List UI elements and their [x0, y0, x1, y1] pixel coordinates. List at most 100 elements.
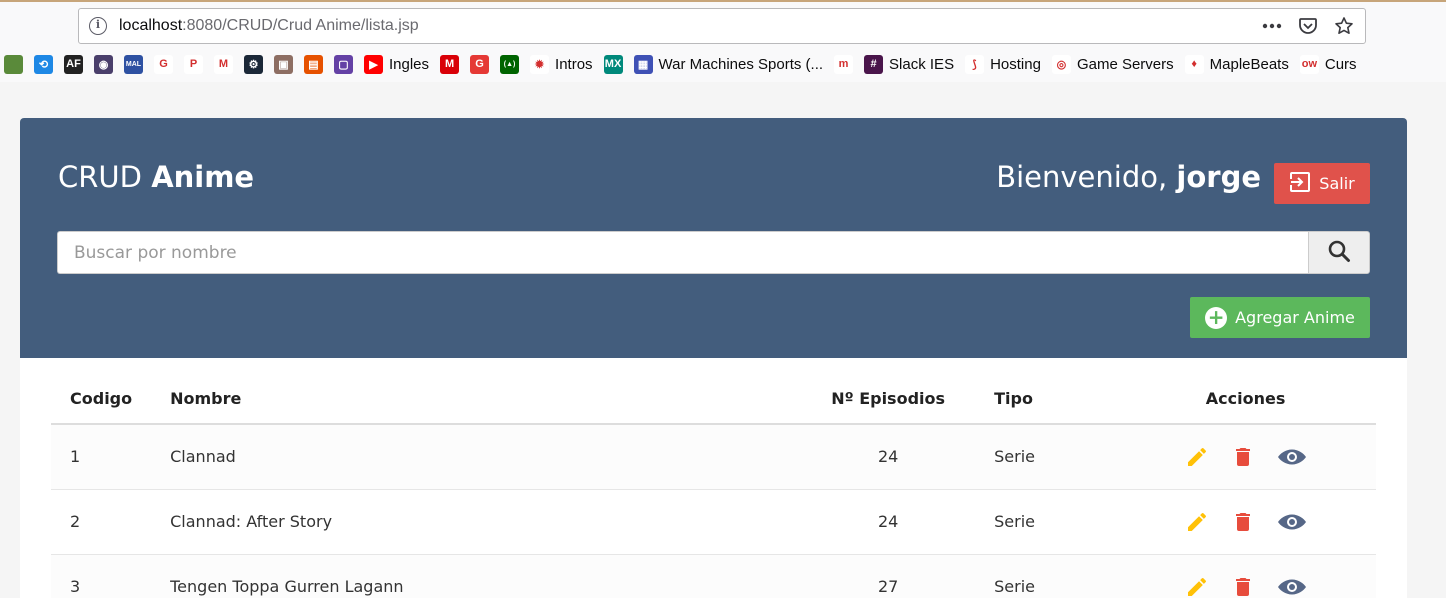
af-icon: AF — [64, 55, 83, 74]
bookmark-item[interactable]: ▦War Machines Sports (... — [634, 52, 824, 76]
edit-icon[interactable] — [1185, 575, 1209, 598]
slack-icon: # — [864, 55, 883, 74]
search-bar — [57, 231, 1370, 274]
edit-icon[interactable] — [1185, 445, 1209, 469]
gear-red-icon: ✹ — [530, 55, 549, 74]
row-actions — [1134, 510, 1357, 534]
add-anime-button[interactable]: + Agregar Anime — [1190, 297, 1370, 338]
delete-icon[interactable] — [1231, 575, 1255, 598]
minecraft-icon — [4, 55, 23, 74]
username: jorge — [1176, 160, 1261, 194]
add-anime-label: Agregar Anime — [1235, 308, 1355, 327]
cell-code: 3 — [51, 554, 151, 598]
bookmark-item[interactable]: ▣ — [274, 52, 293, 76]
browser-toolbar: i localhost:8080/CRUD/Crud Anime/lista.j… — [0, 2, 1446, 46]
paypal-icon: P — [184, 55, 203, 74]
bookmark-item[interactable]: G — [470, 52, 489, 76]
brand-bold-text: Anime — [151, 160, 254, 194]
col-header-type: Tipo — [975, 374, 1115, 424]
bookmark-label: Ingles — [389, 56, 429, 73]
bookmark-item[interactable]: M — [440, 52, 459, 76]
bookmark-item[interactable]: MX — [604, 52, 623, 76]
bookmark-item[interactable]: ◎ Game Servers — [1052, 52, 1174, 76]
bookmark-item[interactable]: ▤ — [304, 52, 323, 76]
search-input[interactable] — [57, 231, 1309, 274]
bookmark-star-icon[interactable] — [1333, 15, 1355, 37]
cell-name: Clannad — [151, 424, 801, 489]
bookmark-item[interactable]: m — [834, 52, 853, 76]
cell-code: 2 — [51, 489, 151, 554]
address-bar-tools — [1261, 15, 1355, 37]
table-row: 1Clannad24Serie — [51, 424, 1376, 489]
moodle-icon: m — [834, 55, 853, 74]
game-servers-icon: ◎ — [1052, 55, 1071, 74]
view-icon[interactable] — [1277, 575, 1307, 598]
delete-icon[interactable] — [1231, 445, 1255, 469]
edit-icon[interactable] — [1185, 510, 1209, 534]
bookmark-item[interactable]: P — [184, 52, 203, 76]
bookmark-item[interactable]: ♦MapleBeats — [1185, 52, 1289, 76]
welcome-message: Bienvenido, jorge — [996, 160, 1261, 194]
bookmark-item[interactable]: ⚙ — [244, 52, 263, 76]
logout-icon — [1289, 171, 1311, 197]
table-header-row: Codigo Nombre Nº Episodios Tipo Acciones — [51, 374, 1376, 424]
steam-icon: ⚙ — [244, 55, 263, 74]
anime-planet-icon: ◉ — [94, 55, 113, 74]
bookmark-item[interactable]: ◉ — [94, 52, 113, 76]
bookmark-item[interactable]: AF — [64, 52, 83, 76]
gmail-icon: M — [214, 55, 233, 74]
cell-actions — [1115, 554, 1376, 598]
bookmark-item[interactable]: ✹Intros — [530, 52, 593, 76]
table-body: 1Clannad24Serie2Clannad: After Story24Se… — [51, 424, 1376, 598]
search-button[interactable] — [1308, 231, 1370, 274]
col-header-name: Nombre — [151, 374, 801, 424]
twitch-icon: ▢ — [334, 55, 353, 74]
freecodecamp-icon: (▲) — [500, 55, 519, 74]
brand-light-text: CRUD — [58, 160, 151, 194]
bookmark-item[interactable]: ▢ — [334, 52, 353, 76]
site-info-icon[interactable]: i — [89, 17, 107, 35]
bookmark-item[interactable]: G — [154, 52, 173, 76]
table-row: 2Clannad: After Story24Serie — [51, 489, 1376, 554]
page-title: CRUD Anime — [58, 160, 254, 194]
bookmark-item[interactable] — [4, 52, 23, 76]
address-bar[interactable]: i localhost:8080/CRUD/Crud Anime/lista.j… — [78, 8, 1366, 44]
view-icon[interactable] — [1277, 445, 1307, 469]
table-row: 3Tengen Toppa Gurren Lagann27Serie — [51, 554, 1376, 598]
bookmark-item[interactable]: ⟲ — [34, 52, 53, 76]
bookmark-label: War Machines Sports (... — [659, 56, 824, 73]
cell-episodes: 24 — [801, 424, 975, 489]
mega-icon: M — [440, 55, 459, 74]
url-host: localhost — [119, 17, 182, 34]
pocket-icon[interactable] — [1297, 15, 1319, 37]
bookmark-label: Slack IES — [889, 56, 954, 73]
col-header-code: Codigo — [51, 374, 151, 424]
logout-button[interactable]: Salir — [1274, 163, 1370, 204]
bookmark-label: MapleBeats — [1210, 56, 1289, 73]
bookmark-label: Hosting — [990, 56, 1041, 73]
table-title-bar: CRUD Anime Bienvenido, jorge Salir + Agr… — [20, 118, 1407, 358]
col-header-actions: Acciones — [1115, 374, 1376, 424]
bookmark-item[interactable]: (▲) — [500, 52, 519, 76]
cell-type: Serie — [975, 554, 1115, 598]
cell-actions — [1115, 489, 1376, 554]
table-wrapper: CRUD Anime Bienvenido, jorge Salir + Agr… — [20, 118, 1407, 598]
view-icon[interactable] — [1277, 510, 1307, 534]
bookmark-item[interactable]: M — [214, 52, 233, 76]
bookmarks-toolbar: ⟲AF◉MALGPM⚙▣▤▢▶InglesMG(▲)✹IntrosMX▦War … — [0, 46, 1446, 82]
url-text[interactable]: localhost:8080/CRUD/Crud Anime/lista.jsp — [119, 17, 419, 35]
page-actions-icon[interactable] — [1261, 15, 1283, 37]
bookmark-item[interactable]: owCurs — [1300, 52, 1357, 76]
bookmark-item[interactable]: # Slack IES — [864, 52, 954, 76]
bookmark-item[interactable]: MAL — [124, 52, 143, 76]
bookmark-item[interactable]: ⟆Hosting — [965, 52, 1041, 76]
bookmark-label: Curs — [1325, 56, 1357, 73]
cell-episodes: 24 — [801, 489, 975, 554]
cell-actions — [1115, 424, 1376, 489]
bookmark-circle-icon: ⟲ — [34, 55, 53, 74]
bookmark-item[interactable]: ▶Ingles — [364, 52, 429, 76]
bookmark-label: Game Servers — [1077, 56, 1174, 73]
row-actions — [1134, 445, 1357, 469]
mal-icon: MAL — [124, 55, 143, 74]
delete-icon[interactable] — [1231, 510, 1255, 534]
